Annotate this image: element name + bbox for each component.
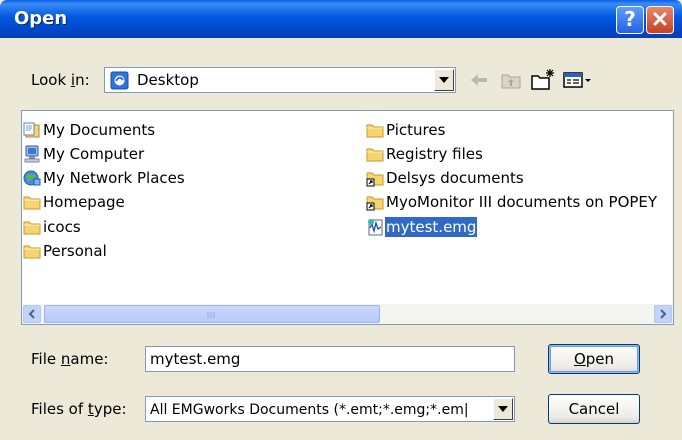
scroll-left-button[interactable] bbox=[23, 305, 41, 323]
list-item-label: Registry files bbox=[386, 145, 483, 163]
list-item-label: icocs bbox=[43, 218, 81, 236]
list-item-label: My Documents bbox=[43, 121, 156, 139]
file-type-value: All EMGworks Documents (*.emt;*.emg;*.em… bbox=[150, 402, 469, 418]
folder-icon bbox=[23, 196, 41, 210]
open-button[interactable]: Open bbox=[548, 344, 640, 374]
list-item-label: My Computer bbox=[43, 145, 145, 163]
back-arrow-icon bbox=[471, 74, 487, 86]
window-title: Open bbox=[14, 8, 68, 29]
list-item-label: My Network Places bbox=[43, 169, 185, 187]
scroll-thumb[interactable] bbox=[44, 305, 380, 323]
up-folder-icon bbox=[501, 74, 521, 89]
close-button[interactable] bbox=[646, 6, 674, 34]
look-in-combobox[interactable]: Desktop bbox=[104, 67, 456, 93]
list-item-label: Pictures bbox=[386, 121, 446, 139]
folder-shortcut-icon bbox=[366, 172, 384, 187]
folder-shortcut-icon bbox=[366, 196, 384, 211]
new-folder-button[interactable] bbox=[530, 68, 554, 92]
file-type-dropdown-button[interactable] bbox=[493, 398, 513, 420]
network-places-icon bbox=[23, 170, 41, 186]
list-item-label: MyoMonitor III documents on POPEY bbox=[386, 193, 658, 211]
file-name-label: File name: bbox=[31, 350, 109, 368]
folder-icon bbox=[23, 245, 41, 259]
open-dialog: Open ? Look in: Desktop My Documents My … bbox=[0, 0, 682, 440]
file-list[interactable]: My Documents My Computer My Network Places… bbox=[21, 110, 674, 325]
new-folder-icon bbox=[531, 69, 554, 90]
list-item-label: Homepage bbox=[43, 193, 125, 211]
horizontal-scrollbar[interactable] bbox=[22, 304, 673, 324]
grip-icon bbox=[207, 312, 215, 318]
computer-icon bbox=[24, 145, 40, 163]
help-button[interactable]: ? bbox=[616, 6, 644, 34]
chevron-down-icon bbox=[439, 77, 449, 83]
look-in-label: Look in: bbox=[31, 71, 90, 89]
file-name-input[interactable]: mytest.emg bbox=[145, 346, 515, 372]
look-in-value: Desktop bbox=[137, 71, 199, 89]
help-icon: ? bbox=[624, 7, 636, 31]
my-documents-icon bbox=[23, 122, 40, 138]
up-folder-button[interactable] bbox=[499, 68, 523, 92]
list-item-label: Personal bbox=[43, 242, 107, 260]
cancel-button[interactable]: Cancel bbox=[548, 394, 640, 424]
desktop-icon bbox=[110, 71, 129, 90]
folder-icon bbox=[366, 148, 384, 162]
file-name-value: mytest.emg bbox=[150, 350, 241, 368]
title-bar[interactable]: Open ? bbox=[0, 0, 682, 38]
list-item-label: mytest.emg bbox=[385, 217, 478, 237]
close-icon bbox=[653, 12, 667, 26]
file-type-label: Files of type: bbox=[31, 400, 127, 418]
back-button[interactable] bbox=[467, 68, 491, 92]
view-menu-icon bbox=[563, 72, 591, 88]
folder-icon bbox=[23, 221, 41, 235]
emg-file-icon bbox=[368, 219, 383, 236]
scroll-right-button[interactable] bbox=[654, 305, 672, 323]
list-item-label: Delsys documents bbox=[386, 169, 524, 187]
chevron-down-icon bbox=[498, 406, 508, 412]
view-menu-button[interactable] bbox=[562, 68, 594, 92]
look-in-dropdown-button[interactable] bbox=[434, 69, 454, 91]
chevron-left-icon bbox=[28, 309, 35, 319]
chevron-right-icon bbox=[660, 309, 667, 319]
file-type-select[interactable]: All EMGworks Documents (*.emt;*.emg;*.em… bbox=[145, 396, 515, 422]
folder-icon bbox=[366, 124, 384, 138]
